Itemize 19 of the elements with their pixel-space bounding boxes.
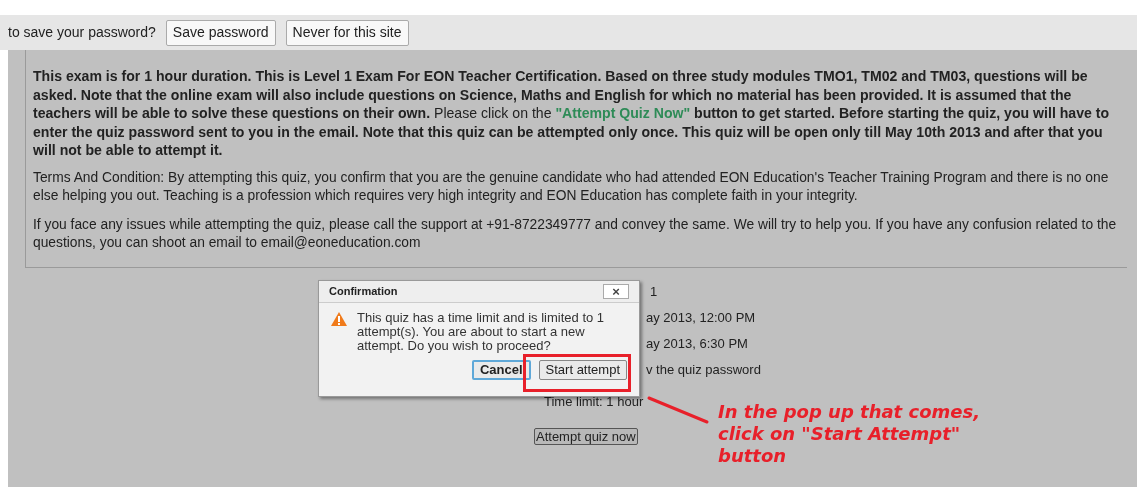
annotation-text: In the pop up that comes, click on "Start Attempt" button [718, 401, 982, 467]
attempt-quiz-button[interactable]: Attempt quiz now [534, 428, 638, 445]
exam-info-paragraph: This exam is for 1 hour duration. This is Level 1 Exam For EON Teacher Certification. Based on three study modules TMO1, TM02 and TM03, questions will be asked. Note that the online exam will also include questions on Science, Maths and English for which no material has been provided. It is assumed that the teachers will be able to solve these questions on their own. Please click on the "Attempt Quiz Now" button to get started. Before starting the quiz, you will have to enter the quiz password sent to you in the email. Note that this quiz can be attempted only once. This quiz will be open only till May 10th 2013 and after that you will not be able to attempt it. [33, 67, 1111, 160]
dialog-message: This quiz has a time limit and is limited to 1 attempt(s). You are about to start a new attempt. Do you wish to proceed? [357, 311, 606, 353]
dialog-title: Confirmation [329, 284, 398, 300]
quiz-info-text: ay 2013, 6:30 PM [646, 335, 748, 353]
warning-icon [330, 311, 348, 327]
quiz-info-text: Time limit: 1 hour [544, 393, 644, 411]
start-attempt-button[interactable]: Start attempt [538, 360, 627, 380]
never-save-button[interactable]: Never for this site [285, 19, 409, 46]
password-prompt: to save your password? [8, 23, 156, 42]
terms-paragraph: Terms And Condition: By attempting this quiz, you confirm that you are the genuine candidate who had attended EON Education's Teacher Training Program and there is no one else helping you out. Teaching is a profession which requires very high integrity and EON Education has complete faith in your integrity. [33, 168, 1110, 205]
support-paragraph: If you face any issues while attempting the quiz, please call the support at +91-8722349777 and convey the same. We will try to help you. If you have any confusion related to the questions, you can shoot an email to email@eoneducation.com [33, 215, 1118, 252]
cancel-button[interactable]: Cancel [471, 360, 531, 380]
quiz-info-text: v the quiz password [646, 361, 761, 379]
close-button[interactable]: × [603, 284, 629, 299]
quiz-info-text: ay 2013, 12:00 PM [646, 309, 756, 327]
quiz-info-text: 1 [650, 283, 658, 301]
save-password-button[interactable]: Save password [165, 19, 276, 46]
